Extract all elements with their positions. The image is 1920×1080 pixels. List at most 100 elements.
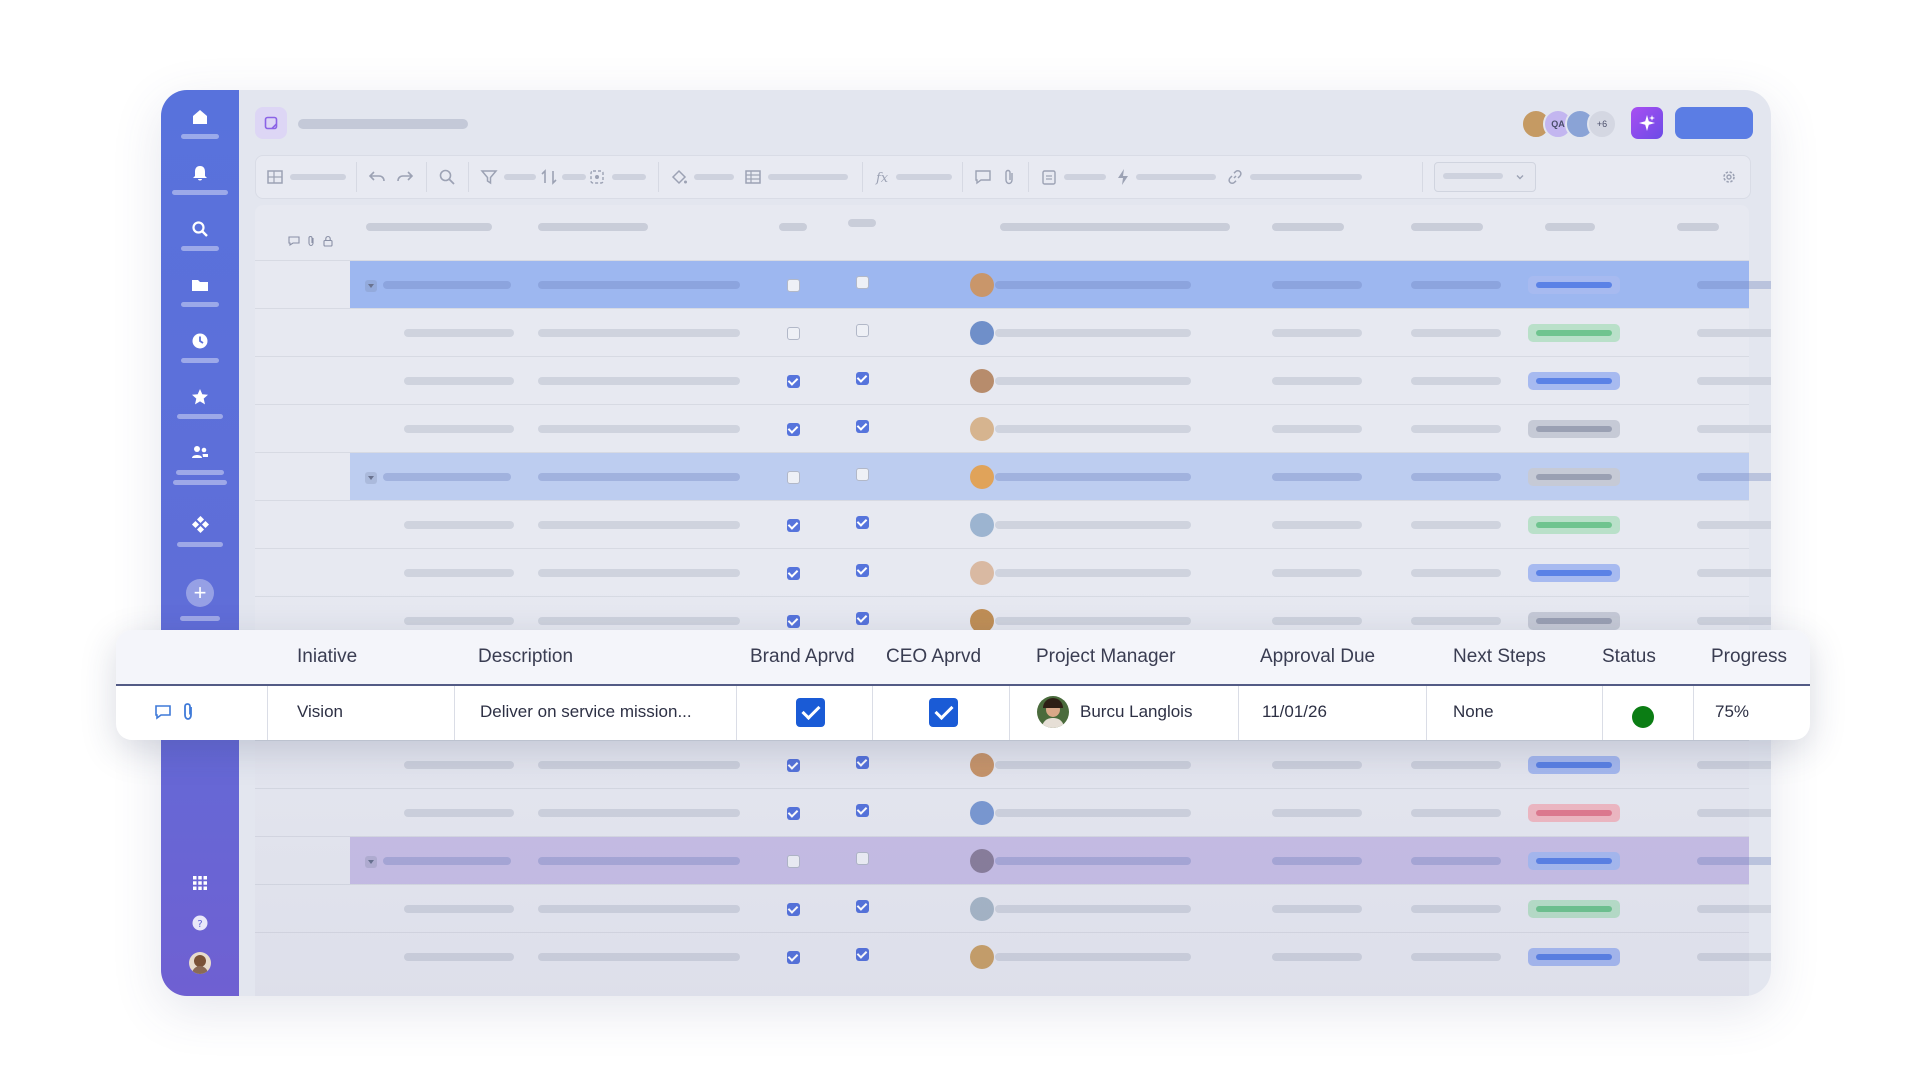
column-header[interactable] [366,223,492,231]
initiative-cell[interactable]: Vision [297,702,343,722]
row-checkbox[interactable] [856,756,869,769]
row-checkbox[interactable] [856,804,869,817]
progress-cell[interactable]: 75% [1715,702,1749,722]
approval-due-cell[interactable]: 11/01/26 [1262,702,1327,722]
row-checkbox[interactable] [787,279,800,292]
comment-icon[interactable] [154,703,172,721]
row-checkbox[interactable] [787,759,800,772]
column-header[interactable] [1411,223,1483,231]
row-checkbox[interactable] [787,903,800,916]
row-checkbox[interactable] [787,807,800,820]
status-pill[interactable] [1528,756,1620,774]
clipboard-icon[interactable] [1040,168,1058,186]
row-checkbox[interactable] [787,855,800,868]
sidebar-item-browse[interactable] [161,276,239,316]
grid-row[interactable] [255,932,1771,981]
row-checkbox[interactable] [787,567,800,580]
status-pill[interactable] [1528,516,1620,534]
status-pill[interactable] [1528,852,1620,870]
row-checkbox[interactable] [856,612,869,625]
user-avatar[interactable] [189,952,211,974]
attachment-icon[interactable] [180,702,196,722]
formula-icon[interactable]: fx [874,168,892,186]
lightning-icon[interactable] [1114,168,1132,186]
row-checkbox[interactable] [856,420,869,433]
sidebar-item-notifications[interactable] [161,164,239,204]
row-checkbox[interactable] [787,327,800,340]
view-select[interactable] [1434,162,1536,192]
header-description[interactable]: Description [478,646,573,668]
column-header[interactable] [848,219,876,227]
column-header[interactable] [1677,223,1719,231]
launcher-grid-icon[interactable] [192,875,208,891]
row-checkbox[interactable] [787,471,800,484]
hide-column-icon[interactable] [588,168,606,186]
sort-icon[interactable] [540,168,558,186]
status-pill[interactable] [1528,900,1620,918]
status-pill[interactable] [1528,372,1620,390]
row-checkbox[interactable] [856,564,869,577]
expand-toggle-icon[interactable] [365,280,377,292]
status-pill[interactable] [1528,564,1620,582]
paint-bucket-icon[interactable] [670,168,688,186]
status-pill[interactable] [1528,276,1620,294]
header-brand-approved[interactable]: Brand Aprvd [750,646,855,668]
undo-icon[interactable] [368,168,386,186]
grid-row[interactable] [255,260,1771,309]
grid-view-icon[interactable] [266,168,284,186]
row-checkbox[interactable] [787,951,800,964]
header-project-manager[interactable]: Project Manager [1036,646,1175,668]
grid-row[interactable] [255,740,1771,789]
row-checkbox[interactable] [856,324,869,337]
row-checkbox[interactable] [787,423,800,436]
header-progress[interactable]: Progress [1711,646,1787,668]
header-initiative[interactable]: Iniative [297,646,357,668]
grid-row[interactable] [255,404,1771,453]
table-row[interactable]: Vision Deliver on service mission... Bur… [116,686,1810,740]
sidebar-item-home[interactable] [161,108,239,148]
row-checkbox[interactable] [856,516,869,529]
grid-row[interactable] [255,884,1771,933]
sidebar-item-favorites[interactable] [161,388,239,428]
ceo-approved-checkbox[interactable] [929,698,958,727]
description-cell[interactable]: Deliver on service mission... [480,702,692,722]
sidebar-item-people[interactable] [161,444,239,485]
status-indicator[interactable] [1632,706,1654,728]
grid-row[interactable] [255,308,1771,357]
column-header[interactable] [1272,223,1344,231]
row-checkbox[interactable] [856,276,869,289]
sidebar-item-recents[interactable] [161,332,239,372]
settings-gear-icon[interactable] [1720,168,1738,186]
row-checkbox[interactable] [856,372,869,385]
sidebar-item-search[interactable] [161,220,239,260]
grid-row[interactable] [255,836,1771,885]
next-steps-cell[interactable]: None [1453,702,1494,722]
grid-row[interactable] [255,500,1771,549]
expand-toggle-icon[interactable] [365,472,377,484]
row-checkbox[interactable] [787,375,800,388]
header-approval-due[interactable]: Approval Due [1260,646,1375,668]
link-icon[interactable] [1226,168,1244,186]
grid-row[interactable] [255,356,1771,405]
table-format-icon[interactable] [744,168,762,186]
header-ceo-approved[interactable]: CEO Aprvd [886,646,981,668]
ai-assistant-button[interactable] [1631,107,1663,139]
grid-row[interactable] [255,788,1771,837]
sidebar-item-apps[interactable] [161,516,239,556]
column-header[interactable] [779,223,807,231]
status-pill[interactable] [1528,948,1620,966]
help-icon[interactable]: ? [192,915,208,931]
header-next-steps[interactable]: Next Steps [1453,646,1546,668]
column-header[interactable] [538,223,648,231]
status-pill[interactable] [1528,612,1620,630]
status-pill[interactable] [1528,804,1620,822]
row-checkbox[interactable] [856,852,869,865]
collaborator-avatars[interactable]: QA +6 [1521,109,1621,139]
row-checkbox[interactable] [856,900,869,913]
status-pill[interactable] [1528,468,1620,486]
filter-icon[interactable] [480,168,498,186]
comment-icon[interactable] [974,168,992,186]
grid-row[interactable] [255,452,1771,501]
row-checkbox[interactable] [787,519,800,532]
column-header[interactable] [1000,223,1230,231]
